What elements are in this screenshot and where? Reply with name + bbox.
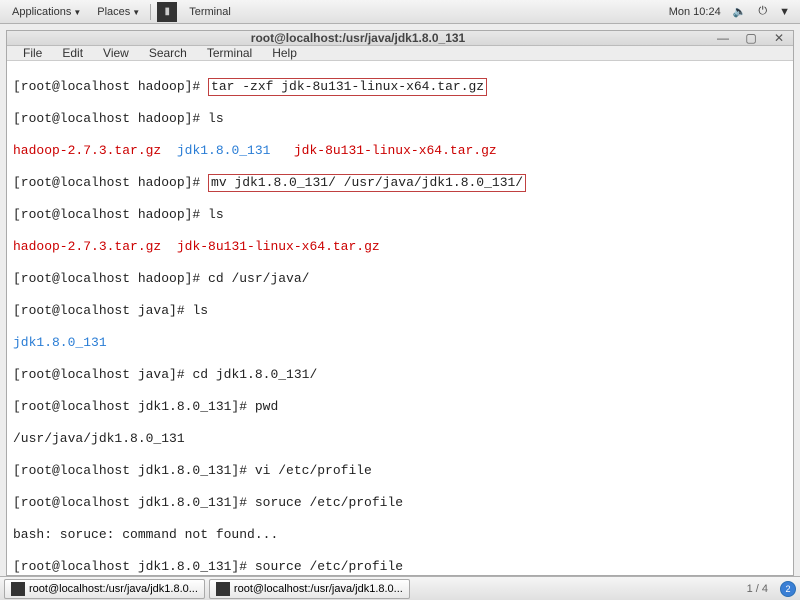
menu-file[interactable]: File — [13, 46, 52, 60]
menu-terminal[interactable]: Terminal — [197, 46, 262, 60]
top-panel: Applications▼ Places▼ ▮ Terminal Mon 10:… — [0, 0, 800, 24]
highlighted-command: mv jdk1.8.0_131/ /usr/java/jdk1.8.0_131/ — [208, 174, 526, 192]
bottom-panel: root@localhost:/usr/java/jdk1.8.0... roo… — [0, 576, 800, 600]
close-button[interactable]: ✕ — [771, 31, 787, 45]
maximize-button[interactable]: ▢ — [743, 31, 759, 45]
menu-edit[interactable]: Edit — [52, 46, 93, 60]
notification-tray-icon[interactable]: 2 — [780, 581, 796, 597]
menu-search[interactable]: Search — [139, 46, 197, 60]
titlebar[interactable]: root@localhost:/usr/java/jdk1.8.0_131 — … — [7, 31, 793, 46]
places-menu[interactable]: Places▼ — [89, 6, 148, 18]
applications-menu[interactable]: Applications▼ — [4, 6, 89, 18]
task-label: root@localhost:/usr/java/jdk1.8.0... — [234, 583, 403, 595]
window-title: root@localhost:/usr/java/jdk1.8.0_131 — [251, 31, 465, 45]
terminal-icon — [11, 582, 25, 596]
highlighted-command: tar -zxf jdk-8u131-linux-x64.tar.gz — [208, 78, 487, 96]
menu-help[interactable]: Help — [262, 46, 307, 60]
volume-icon[interactable]: 🔈 — [727, 5, 753, 18]
power-icon[interactable]: ⏻ — [752, 5, 773, 18]
terminal-content[interactable]: [root@localhost hadoop]# tar -zxf jdk-8u… — [7, 61, 793, 575]
clock[interactable]: Mon 10:24 — [663, 6, 727, 18]
minimize-button[interactable]: — — [715, 31, 731, 45]
chevron-down-icon: ▼ — [132, 8, 140, 17]
terminal-icon — [216, 582, 230, 596]
separator — [150, 4, 151, 20]
taskbar-item[interactable]: root@localhost:/usr/java/jdk1.8.0... — [4, 579, 205, 599]
chevron-down-icon: ▼ — [73, 8, 81, 17]
terminal-app-label[interactable]: Terminal — [181, 6, 239, 18]
applications-label: Applications — [12, 6, 71, 18]
task-label: root@localhost:/usr/java/jdk1.8.0... — [29, 583, 198, 595]
places-label: Places — [97, 6, 130, 18]
taskbar-item[interactable]: root@localhost:/usr/java/jdk1.8.0... — [209, 579, 410, 599]
menu-view[interactable]: View — [93, 46, 139, 60]
menubar: File Edit View Search Terminal Help — [7, 46, 793, 61]
user-menu-icon[interactable]: ▼ — [773, 6, 796, 18]
workspace-indicator[interactable]: 1 / 4 — [739, 583, 776, 595]
terminal-window: root@localhost:/usr/java/jdk1.8.0_131 — … — [6, 30, 794, 576]
terminal-icon[interactable]: ▮ — [157, 2, 177, 22]
